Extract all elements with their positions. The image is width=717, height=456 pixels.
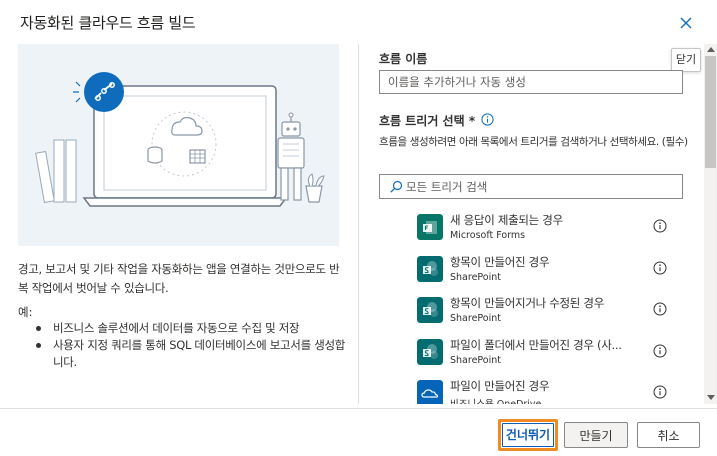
forms-icon [417,214,443,240]
scrollbar[interactable] [704,44,717,404]
trigger-name: 새 응답이 제출되는 경우 [450,213,563,227]
create-button[interactable]: 만들기 [564,422,628,448]
trigger-item[interactable]: 파일이 폴더에서 만들어진 경우 (사... SharePoint [415,335,675,377]
sharepoint-icon [417,255,443,282]
trigger-item[interactable]: 항목이 만들어진 경우 SharePoint [415,252,675,294]
scroll-up-icon[interactable] [707,47,715,52]
trigger-item[interactable]: 항목이 만들어지거나 수정된 경우 SharePoint [415,293,675,335]
trigger-item[interactable]: 파일이 만들어진 경우 비즈니스용 OneDrive [415,376,675,404]
flow-name-input[interactable] [379,70,683,94]
trigger-list: 새 응답이 제출되는 경우 Microsoft Forms 항목이 만들어진 경… [415,210,675,404]
left-panel [18,44,339,246]
flow-name-label: 흐름 이름 [379,52,428,66]
skip-button-label: 건너뛰기 [502,423,554,447]
info-icon[interactable] [653,385,667,399]
trigger-help-text: 흐름을 생성하려면 아래 목록에서 트리거를 검색하거나 선택하세요. (필수) [379,136,688,148]
sharepoint-icon [417,297,443,323]
skip-button[interactable]: 건너뛰기 [498,419,558,451]
right-panel: 흐름 이름 흐름 트리거 선택 * 흐름을 생성하려면 아래 목록에서 트리거를… [359,44,704,404]
trigger-name: 파일이 폴더에서 만들어진 경우 (사... [450,337,622,352]
trigger-name: 항목이 만들어지거나 수정된 경우 [450,296,604,310]
info-icon[interactable] [653,302,667,316]
scroll-down-icon[interactable] [707,395,715,400]
trigger-connector: SharePoint [450,313,502,324]
info-icon[interactable] [653,344,667,358]
trigger-connector: SharePoint [450,271,502,283]
example-item: 사용자 지정 쿼리를 통해 SQL 데이터베이스에 보고서를 생성합니다. [36,337,346,371]
close-icon[interactable] [676,13,696,33]
sharepoint-icon [417,338,443,365]
dialog-title: 자동화된 클라우드 흐름 빌드 [20,14,196,32]
trigger-connector: SharePoint [450,354,502,366]
hero-illustration [18,44,339,246]
info-icon[interactable] [653,219,667,233]
trigger-connector: Microsoft Forms [450,230,526,241]
trigger-search-box[interactable] [379,174,683,199]
trigger-item[interactable]: 새 응답이 제출되는 경우 Microsoft Forms [415,210,675,252]
onedrive-icon [417,380,443,404]
info-icon[interactable] [653,261,667,275]
info-icon[interactable] [481,113,494,126]
intro-description: 경고, 보고서 및 기타 작업을 자동화하는 앱을 연결하는 것만으로도 반복 … [18,262,340,295]
trigger-name: 항목이 만들어진 경우 [450,254,550,269]
scroll-thumb[interactable] [705,56,716,168]
trigger-search-input[interactable] [406,175,676,198]
example-item: 비즈니스 솔루션에서 데이터를 자동으로 수집 및 저장 [36,320,346,337]
example-list: 비즈니스 솔루션에서 데이터를 자동으로 수집 및 저장 사용자 지정 쿼리를 … [36,320,346,371]
footer-divider [0,408,717,409]
trigger-label: 흐름 트리거 선택 * [379,114,476,128]
trigger-connector: 비즈니스용 OneDrive [450,396,541,404]
trigger-name: 파일이 만들어진 경우 [450,379,550,393]
example-label: 예: [18,305,33,319]
search-icon [390,180,403,193]
cancel-button[interactable]: 취소 [637,422,700,448]
